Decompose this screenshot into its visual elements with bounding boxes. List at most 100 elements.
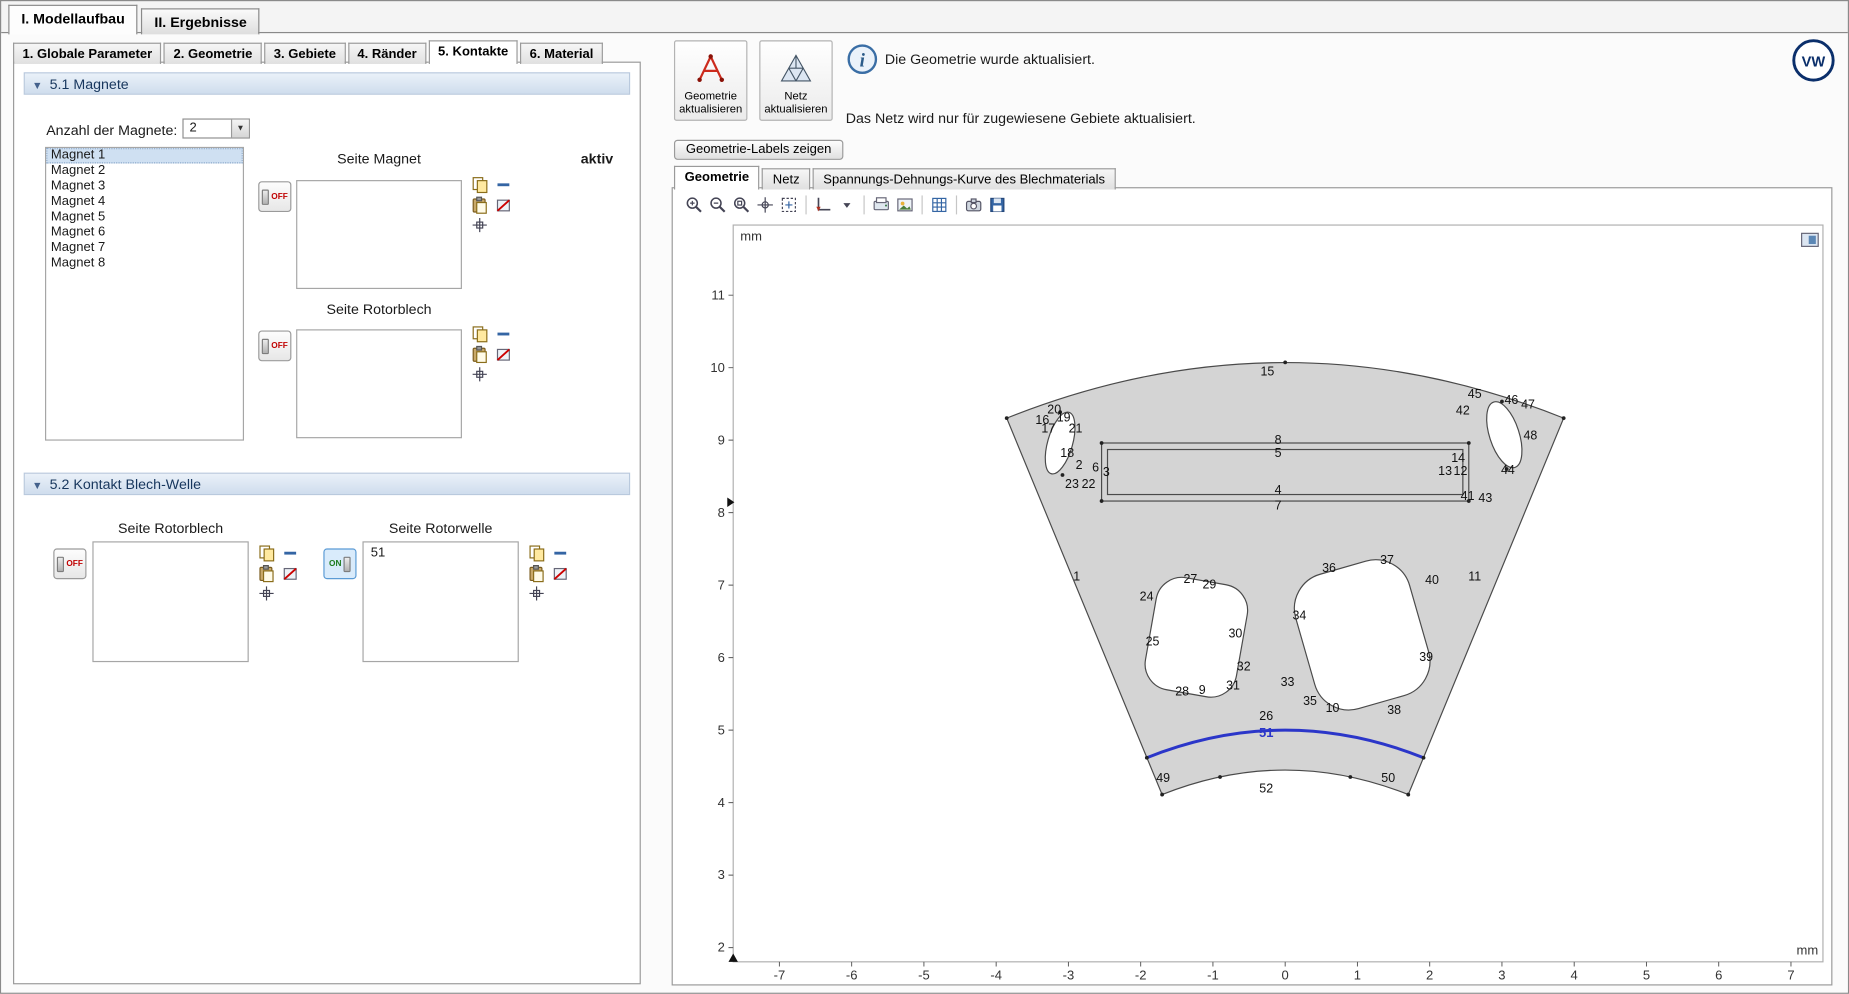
graphics-tab-spannungs-dehnungs-kurve-des-blechmaterials[interactable]: Spannungs-Dehnungs-Kurve des Blechmateri… [813,168,1116,189]
show-geometry-labels-button[interactable]: Geometrie-Labels zeigen [674,140,843,160]
save-button[interactable] [986,193,1010,217]
snapshot-button[interactable] [893,193,917,217]
remove-button[interactable] [551,544,570,563]
zoom-to-selection-button[interactable] [527,584,546,603]
y-tick-label: 4 [718,795,725,810]
magnet-list-item[interactable]: Magnet 6 [46,225,243,240]
paste-button[interactable] [470,345,489,364]
seite-rotorblech-toggle-button[interactable]: OFF [258,330,291,361]
copy-button[interactable] [527,544,546,563]
edge-number-label: 12 [1454,464,1468,478]
camera-button[interactable] [962,193,986,217]
edge-number-label: 37 [1380,553,1394,567]
dropdown-caret-button[interactable] [835,193,859,217]
section-tab-6-material[interactable]: 6. Material [520,43,603,64]
section-tab-2-geometrie[interactable]: 2. Geometrie [164,43,262,64]
x-tick-label: 0 [1282,968,1289,983]
magnet-list-item[interactable]: Magnet 3 [46,179,243,194]
copy-icon [527,544,546,563]
paste-button[interactable] [257,564,276,583]
chevron-down-icon[interactable]: ▼ [231,120,249,138]
kontakt-rotorblech-selection-box[interactable] [92,541,248,662]
zoom-extents-button[interactable] [777,193,801,217]
update-geometry-button[interactable]: Geometrie aktualisieren [674,40,747,121]
graphics-toolbar [682,192,1009,218]
clear-selection-button[interactable] [494,195,513,214]
zoom-in-button[interactable] [682,193,706,217]
kontakt-rotorblech-toggle-button[interactable]: OFF [53,548,86,579]
remove-icon [281,544,300,563]
edge-number-label: 17 [1041,421,1055,435]
update-geometry-label: Geometrie aktualisieren [675,90,746,116]
edge-number-label: 9 [1199,683,1206,697]
edge-number-label: 48 [1523,428,1537,442]
print-icon [872,195,891,214]
magnet-list-item[interactable]: Magnet 8 [46,256,243,271]
section-tab-5-kontakte[interactable]: 5. Kontakte [429,40,518,64]
paste-button[interactable] [470,195,489,214]
zoom-extents-icon [779,195,798,214]
paste-button[interactable] [527,564,546,583]
seite-magnet-selection-tools [470,175,513,234]
remove-button[interactable] [494,175,513,194]
plot-legend-toggle-icon[interactable] [1802,233,1819,246]
copy-button[interactable] [470,175,489,194]
magnet-list-item[interactable]: Magnet 2 [46,163,243,178]
edge-number-label: 29 [1202,578,1216,592]
axis-orientation-button[interactable] [811,193,835,217]
window-tab-i-modellaufbau[interactable]: I. Modellaufbau [8,5,138,35]
print-button[interactable] [869,193,893,217]
zoom-to-selection-button[interactable] [257,584,276,603]
plot-canvas[interactable]: -7-6-5-4-3-2-101234567234567891011 15201… [673,188,1834,986]
remove-button[interactable] [281,544,300,563]
magnet-list[interactable]: Magnet 1Magnet 2Magnet 3Magnet 4Magnet 5… [45,147,244,441]
clear-selection-icon [494,345,513,364]
zoom-box-button[interactable] [730,193,754,217]
clear-selection-button[interactable] [494,345,513,364]
graphics-tab-netz[interactable]: Netz [762,168,810,189]
zoom-to-selection-button[interactable] [470,365,489,384]
graphics-tab-geometrie[interactable]: Geometrie [674,166,760,190]
magnet-list-item[interactable]: Magnet 5 [46,210,243,225]
zoom-out-button[interactable] [706,193,730,217]
section-tab-1-globale-parameter[interactable]: 1. Globale Parameter [13,43,162,64]
kontakt-rotorblech-selection-tools [257,544,300,603]
magnet-list-item[interactable]: Magnet 4 [46,194,243,209]
copy-icon [470,175,489,194]
remove-button[interactable] [494,325,513,344]
x-tick-label: -7 [774,968,786,983]
table-button[interactable] [927,193,951,217]
section-tab-3-gebiete[interactable]: 3. Gebiete [264,43,345,64]
edge-number-label: 47 [1521,398,1535,412]
update-mesh-button[interactable]: Netz aktualisieren [759,40,832,121]
zoom-to-selection-icon [470,365,489,384]
magnet-list-item[interactable]: Magnet 7 [46,240,243,255]
seite-rotorblech-selection-box[interactable] [296,329,462,438]
kontakt-rotorwelle-toggle-button[interactable]: ON [323,548,356,579]
edge-number-label: 41 [1461,489,1475,503]
window-tab-ii-ergebnisse[interactable]: II. Ergebnisse [141,8,259,34]
section-header-kontakt[interactable]: ▼5.2 Kontakt Blech-Welle [24,473,630,496]
seite-magnet-toggle-button[interactable]: OFF [258,181,291,212]
selected-edge-value[interactable]: 51 [364,543,518,561]
geometry-sketch-icon [693,51,729,87]
seite-magnet-selection-box[interactable] [296,180,462,289]
edge-number-label: 18 [1060,446,1074,460]
section-header-magnete[interactable]: ▼5.1 Magnete [24,72,630,95]
collapse-triangle-icon[interactable]: ▼ [32,475,43,496]
kontakte-panel: ▼5.1 Magnete Anzahl der Magnete: 2 ▼ Mag… [13,62,641,985]
collapse-triangle-icon[interactable]: ▼ [32,75,43,96]
copy-button[interactable] [257,544,276,563]
copy-button[interactable] [470,325,489,344]
clear-selection-button[interactable] [551,564,570,583]
clear-selection-button[interactable] [281,564,300,583]
edge-number-label: 39 [1419,650,1433,664]
kontakt-rotorwelle-selection-box[interactable]: 51 [362,541,518,662]
selected-edge-number-label: 51 [1259,725,1273,740]
zoom-to-selection-button[interactable] [470,216,489,235]
section-tab-4-ränder[interactable]: 4. Ränder [348,43,426,64]
magnet-list-item[interactable]: Magnet 1 [46,148,243,163]
edge-number-label: 32 [1237,659,1251,673]
magnet-count-select[interactable]: 2 ▼ [182,118,250,138]
pan-button[interactable] [753,193,777,217]
